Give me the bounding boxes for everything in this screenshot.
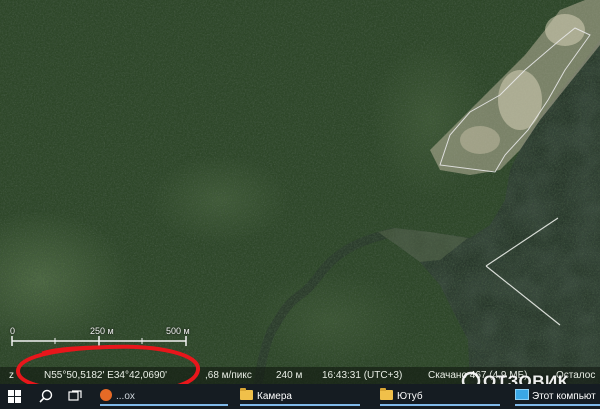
resolution-readout: ,68 м/пикс — [205, 370, 252, 381]
computer-icon — [515, 389, 529, 400]
taskbar-item-this-pc[interactable]: Этот компьют — [515, 387, 600, 406]
taskbar-item-label: Ютуб — [397, 391, 423, 402]
folder-icon — [380, 388, 393, 400]
taskbar-item-camera[interactable]: Камера — [240, 387, 360, 406]
active-indicator — [100, 404, 228, 406]
windows-start-icon[interactable] — [8, 390, 22, 404]
taskbar-item-label: ...ox — [116, 391, 135, 402]
search-icon[interactable] — [39, 389, 53, 403]
taskbar-item-label: Камера — [257, 391, 292, 402]
altitude-readout: 240 м — [276, 370, 303, 381]
time-readout: 16:43:31 (UTC+3) — [322, 370, 403, 381]
status-prefix: z — [9, 370, 14, 381]
firefox-icon — [100, 389, 112, 401]
scale-tick-500: 500 м — [166, 326, 190, 336]
active-indicator — [515, 404, 600, 406]
scale-tick-250: 250 м — [90, 326, 114, 336]
task-view-icon[interactable] — [68, 390, 82, 402]
scale-tick-0: 0 — [10, 326, 16, 336]
taskbar: ...ox Камера Ютуб Этот компьют — [0, 384, 600, 409]
taskbar-item-label: Этот компьют — [532, 391, 596, 402]
coordinates-readout: N55°50,5182' E34°42,0690' — [44, 370, 168, 381]
active-indicator — [240, 404, 360, 406]
active-indicator — [380, 404, 500, 406]
folder-icon — [240, 388, 253, 400]
taskbar-item-youtube-folder[interactable]: Ютуб — [380, 387, 500, 406]
taskbar-item-firefox[interactable]: ...ox — [100, 387, 228, 406]
scale-bar: 0 250 м 500 м — [10, 326, 200, 350]
